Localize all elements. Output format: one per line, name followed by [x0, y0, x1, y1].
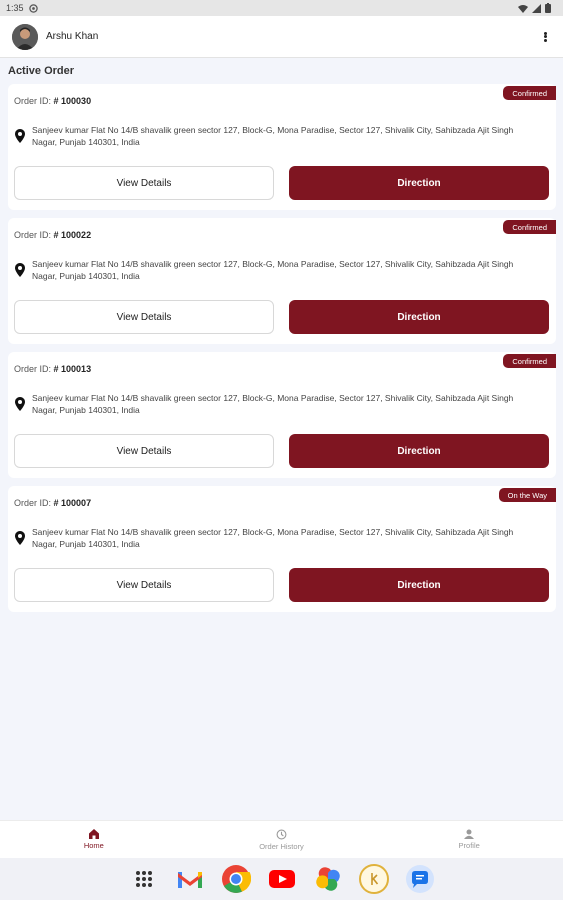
- status-bar: 1:35: [0, 0, 563, 16]
- status-badge: Confirmed: [503, 220, 556, 234]
- nav-label-home: Home: [83, 841, 104, 850]
- order-id-value: # 100030: [53, 96, 92, 106]
- location-pin-icon: [15, 531, 25, 545]
- order-id-value: # 100013: [53, 364, 92, 374]
- history-icon: [276, 829, 287, 839]
- order-id: Order ID: # 100013: [14, 364, 91, 374]
- app-bar: Arshu Khan: [0, 16, 563, 58]
- clock-app-icon[interactable]: [358, 863, 390, 895]
- order-id-label: Order ID:: [14, 498, 52, 508]
- app-grid-icon[interactable]: [128, 863, 160, 895]
- status-badge: Confirmed: [503, 354, 556, 368]
- nav-item-home[interactable]: Home: [0, 821, 188, 858]
- order-id-value: # 100007: [53, 498, 92, 508]
- direction-button[interactable]: Direction: [289, 166, 549, 200]
- nav-label-order-history: Order History: [259, 841, 304, 851]
- youtube-icon[interactable]: [266, 863, 298, 895]
- order-id-value: # 100022: [53, 230, 92, 240]
- gmail-icon[interactable]: [174, 863, 206, 895]
- direction-button[interactable]: Direction: [289, 434, 549, 468]
- home-icon: [88, 829, 99, 839]
- signal-icon: [532, 3, 541, 13]
- order-id-label: Order ID:: [14, 230, 52, 240]
- delivery-address: Sanjeev kumar Flat No 14/B shavalik gree…: [32, 527, 514, 549]
- order-card: Confirmed Order ID: # 100022 Sanjeev kum…: [8, 218, 556, 344]
- delivery-address: Sanjeev kumar Flat No 14/B shavalik gree…: [32, 125, 514, 147]
- location-pin-icon: [15, 397, 25, 411]
- nav-label-profile: Profile: [458, 841, 480, 850]
- view-details-button[interactable]: View Details: [14, 434, 274, 468]
- status-badge: On the Way: [498, 488, 556, 502]
- status-right: [518, 3, 551, 13]
- messages-icon[interactable]: [404, 863, 436, 895]
- order-id: Order ID: # 100022: [14, 230, 91, 240]
- user-name: Arshu Khan: [46, 31, 99, 42]
- view-details-button[interactable]: View Details: [14, 166, 274, 200]
- avatar-image: [12, 23, 38, 50]
- order-id: Order ID: # 100007: [14, 498, 91, 508]
- nav-item-order-history[interactable]: Order History: [188, 821, 376, 858]
- location-pin-icon: [15, 129, 25, 143]
- status-left: 1:35: [6, 3, 38, 13]
- order-id: Order ID: # 100030: [14, 96, 91, 106]
- order-id-label: Order ID:: [14, 96, 52, 106]
- chrome-icon[interactable]: [220, 863, 252, 895]
- section-title: Active Order: [8, 65, 75, 77]
- photos-icon[interactable]: [312, 863, 344, 895]
- order-id-label: Order ID:: [14, 364, 52, 374]
- more-options-icon[interactable]: [539, 30, 551, 44]
- view-details-button[interactable]: View Details: [14, 568, 274, 602]
- location-pin-icon: [15, 263, 25, 277]
- status-time: 1:35: [6, 3, 24, 13]
- notification-icon: [28, 3, 38, 13]
- delivery-address: Sanjeev kumar Flat No 14/B shavalik gree…: [32, 259, 514, 281]
- order-card: Confirmed Order ID: # 100030 Sanjeev kum…: [8, 84, 556, 210]
- person-icon: [464, 829, 475, 839]
- bottom-navigation: Home Order History Profile: [0, 820, 563, 858]
- direction-button[interactable]: Direction: [289, 568, 549, 602]
- status-badge: Confirmed: [503, 86, 556, 100]
- order-card: Confirmed Order ID: # 100013 Sanjeev kum…: [8, 352, 556, 478]
- battery-icon: [545, 3, 551, 13]
- wifi-icon: [518, 4, 528, 13]
- direction-button[interactable]: Direction: [289, 300, 549, 334]
- avatar[interactable]: [12, 23, 38, 50]
- order-card: On the Way Order ID: # 100007 Sanjeev ku…: [8, 486, 556, 612]
- app-dock: [0, 858, 563, 900]
- delivery-address: Sanjeev kumar Flat No 14/B shavalik gree…: [32, 393, 514, 415]
- view-details-button[interactable]: View Details: [14, 300, 274, 334]
- nav-item-profile[interactable]: Profile: [375, 821, 563, 858]
